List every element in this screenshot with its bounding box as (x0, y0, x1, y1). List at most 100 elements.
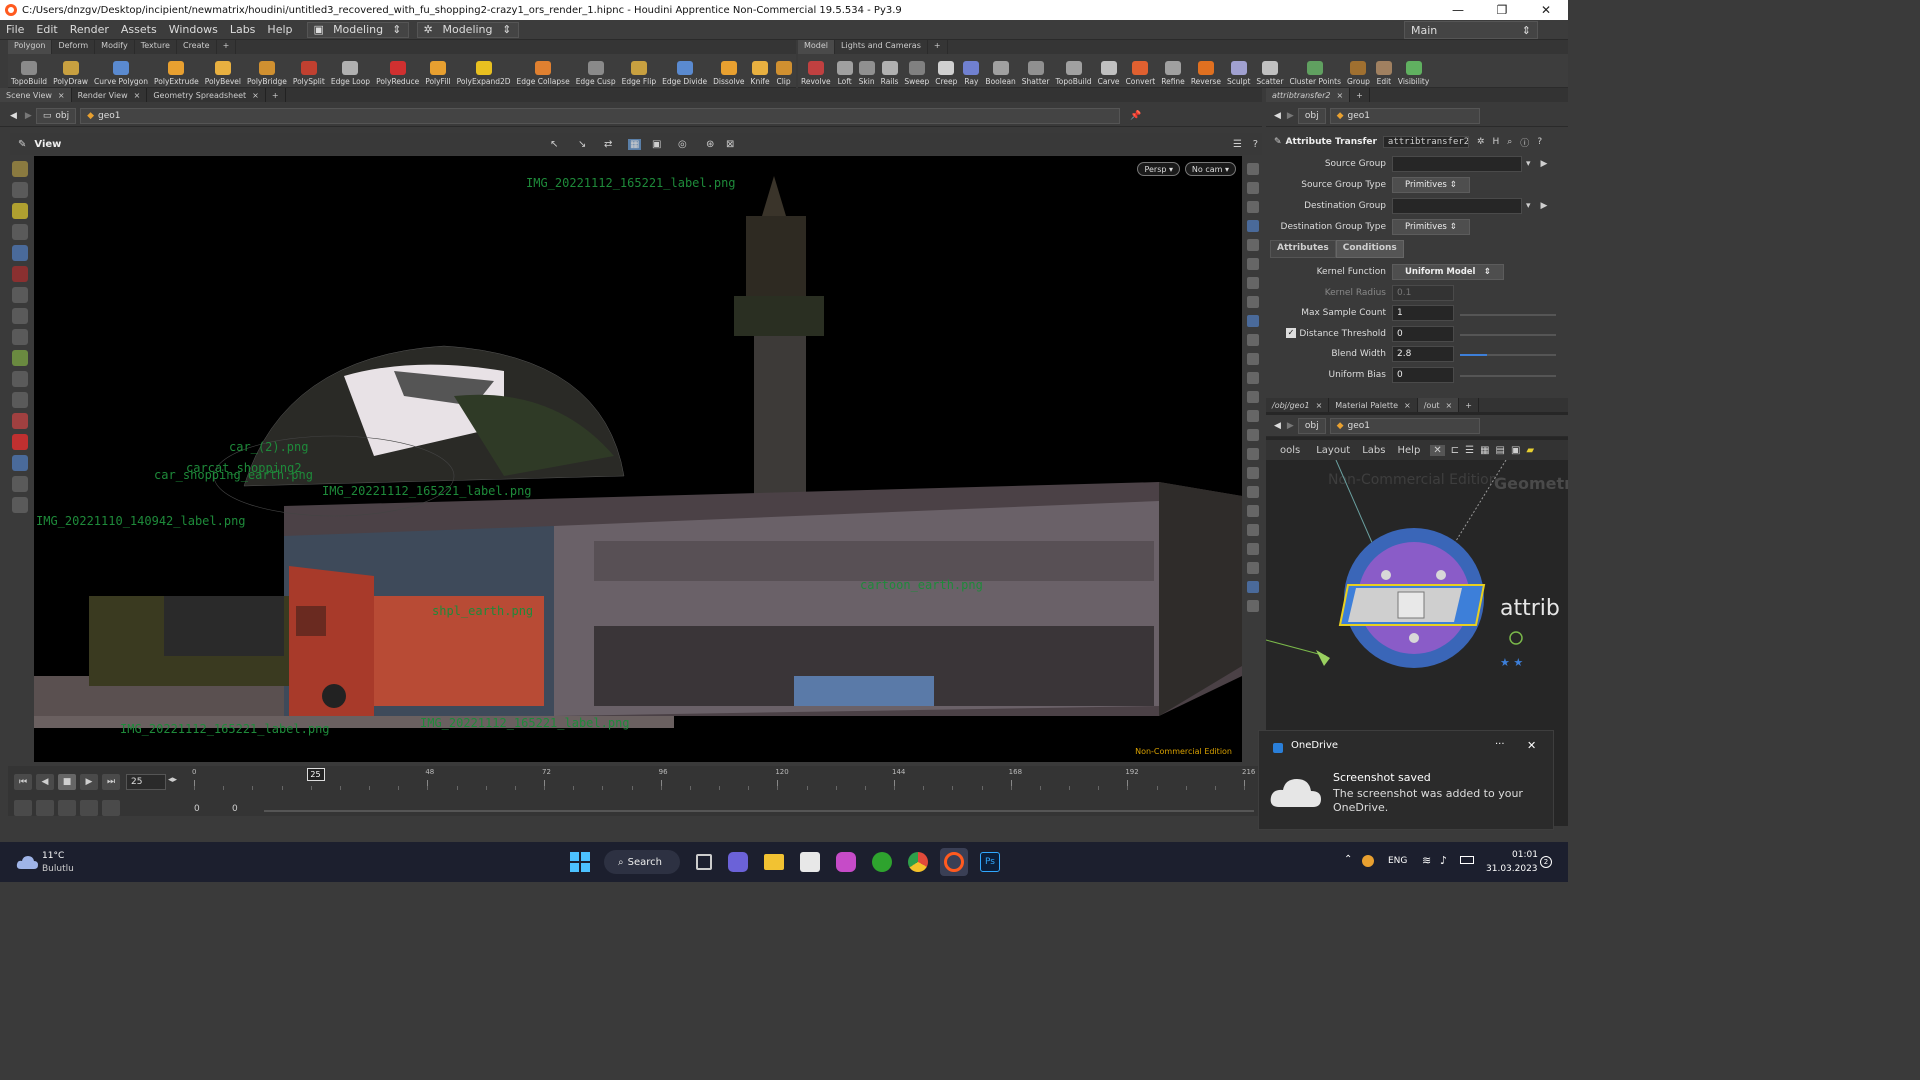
tree-icon[interactable]: ⊏ (1451, 445, 1459, 456)
menu-help[interactable]: Help (261, 23, 298, 36)
help-icon[interactable]: ? (1537, 137, 1542, 147)
tab-attributes[interactable]: Attributes (1270, 240, 1336, 258)
chrome-icon[interactable] (908, 852, 928, 872)
paint-tool-icon[interactable] (12, 182, 28, 198)
clock-date[interactable]: 31.03.2023 (1486, 864, 1538, 874)
shelf_right-tool-shatter[interactable]: Shatter (1019, 61, 1053, 88)
persp-menu-button[interactable]: Persp ▾ (1137, 162, 1180, 176)
scale-tool-icon[interactable] (12, 392, 28, 408)
weather-desc[interactable]: Bulutlu (42, 864, 74, 874)
select-mode-icon[interactable]: ↖ (550, 139, 558, 150)
vertex-icon[interactable] (1247, 429, 1259, 441)
snapshot-icon[interactable] (1247, 562, 1259, 574)
grid-view-icon[interactable]: ▦ (1480, 445, 1489, 456)
close-window-button[interactable]: ✕ (1524, 3, 1568, 17)
shelf-tab-texture[interactable]: Texture (135, 40, 177, 54)
back-arrow-icon[interactable]: ◀ (10, 111, 17, 121)
node-name-field[interactable]: attribtransfer2 (1382, 136, 1469, 148)
menu-labs[interactable]: Labs (1362, 445, 1385, 456)
add-tab-icon[interactable]: + (266, 88, 286, 102)
view-tool-icon[interactable] (12, 455, 28, 471)
range-start[interactable]: 0 (194, 804, 200, 814)
menu-file[interactable]: File (0, 23, 30, 36)
view-cam-icon[interactable] (12, 476, 28, 492)
shelf_right-tool-sweep[interactable]: Sweep (901, 61, 932, 88)
snap-icon[interactable]: ↘ (578, 139, 586, 150)
step-back-button[interactable]: ◀ (36, 774, 54, 790)
pin-icon[interactable] (1247, 581, 1259, 593)
shelf_right-tool-visibility[interactable]: Visibility (1395, 61, 1432, 88)
shelf_right-tool-refine[interactable]: Refine (1158, 61, 1188, 88)
shelf_left-tool-topobuild[interactable]: TopoBuild (8, 61, 50, 88)
teams-icon[interactable] (728, 852, 748, 872)
shadow-icon[interactable] (1247, 334, 1259, 346)
weather-temp[interactable]: 11°C (42, 851, 64, 861)
max-sample-count-field[interactable]: 1 (1392, 305, 1454, 321)
add-tab-icon[interactable]: + (1350, 88, 1370, 102)
clock-time[interactable]: 01:01 (1512, 850, 1538, 860)
shelf-tab-modify[interactable]: Modify (95, 40, 135, 54)
pose-icon[interactable] (12, 308, 28, 324)
range-icon[interactable] (102, 800, 120, 816)
ghost-icon[interactable] (1247, 182, 1259, 194)
path-segment-geo1[interactable]: ◆ geo1 (1329, 417, 1480, 434)
store-icon[interactable] (800, 852, 820, 872)
shelf_left-tool-edge-loop[interactable]: Edge Loop (328, 61, 373, 88)
magnet-red-icon[interactable] (12, 434, 28, 450)
shelf_right-tool-revolve[interactable]: Revolve (798, 61, 834, 88)
tab-out[interactable]: /out × (1417, 398, 1460, 412)
shelf_right-tool-reverse[interactable]: Reverse (1188, 61, 1224, 88)
help-icon[interactable]: ? (1253, 139, 1258, 150)
viewer-menu-icon[interactable]: ✎ (18, 139, 26, 150)
shelf_right-tool-loft[interactable]: Loft (834, 61, 856, 88)
tab-material-palette[interactable]: Material Palette × (1329, 398, 1418, 412)
distance-threshold-slider[interactable] (1460, 334, 1556, 336)
pen-icon[interactable] (1247, 391, 1259, 403)
volume-icon[interactable]: ♪ (1440, 854, 1447, 867)
path-segment-geo1[interactable]: ◆ geo1 (80, 107, 1121, 124)
menu-assets[interactable]: Assets (115, 23, 163, 36)
menu-edit[interactable]: Edit (30, 23, 63, 36)
search-icon[interactable]: ⌕ (1507, 137, 1512, 147)
shade-icon[interactable] (1247, 239, 1259, 251)
tab-attribtransfer2[interactable]: attribtransfer2 × (1266, 88, 1351, 102)
menu-help[interactable]: Help (1398, 445, 1421, 456)
photoshop-icon[interactable]: Ps (980, 852, 1000, 872)
range-end[interactable]: 0 (232, 804, 238, 814)
shelf_left-tool-polyreduce[interactable]: PolyReduce (373, 61, 422, 88)
rotate-tool-icon[interactable] (12, 371, 28, 387)
shelf_left-tool-edge-cusp[interactable]: Edge Cusp (573, 61, 619, 88)
shelf-set-selector[interactable]: ✲ Modeling ⇕ (416, 21, 519, 38)
forward-arrow-icon[interactable]: ▶ (1287, 421, 1294, 431)
shelf_left-tool-edge-collapse[interactable]: Edge Collapse (514, 61, 573, 88)
current-frame-marker[interactable]: 25 (306, 768, 325, 781)
dropdown-arrow-icon[interactable]: ▾ (1526, 159, 1531, 169)
sticky-note-icon[interactable]: ▰ (1526, 445, 1534, 456)
handle-icon[interactable] (12, 329, 28, 345)
list-icon[interactable]: ☰ (1465, 445, 1474, 456)
select-tool-icon[interactable] (12, 161, 28, 177)
shelf-tab-model[interactable]: Model (798, 40, 836, 54)
close-icon[interactable]: × (252, 91, 259, 100)
face-icon[interactable] (1247, 467, 1259, 479)
close-icon[interactable]: × (1336, 91, 1343, 100)
tab-scene-view[interactable]: Scene View × (0, 88, 72, 102)
image-icon[interactable]: ▣ (1511, 445, 1520, 456)
max-sample-slider[interactable] (1460, 314, 1556, 316)
source-group-field[interactable] (1392, 156, 1522, 172)
lock-icon[interactable] (12, 245, 28, 261)
path-segment-obj[interactable]: obj (1297, 107, 1326, 124)
windows-start-icon[interactable] (570, 852, 590, 872)
realtime-icon[interactable] (80, 800, 98, 816)
render-region-icon[interactable]: ⊠ (726, 139, 734, 150)
shelf_left-tool-dissolve[interactable]: Dissolve (710, 61, 747, 88)
tray-chevron-icon[interactable]: ⌃ (1344, 854, 1352, 865)
menu-layout[interactable]: Layout (1316, 445, 1350, 456)
select-arrow-icon[interactable]: ▶ (1541, 159, 1548, 169)
uniform-bias-slider[interactable] (1460, 375, 1556, 377)
shelf_left-tool-polyexpand2d[interactable]: PolyExpand2D (454, 61, 514, 88)
weather-cloud-icon[interactable] (16, 854, 38, 870)
task-view-icon[interactable] (696, 854, 712, 870)
shelf_left-tool-polydraw[interactable]: PolyDraw (50, 61, 91, 88)
battery-icon[interactable] (1460, 856, 1474, 864)
